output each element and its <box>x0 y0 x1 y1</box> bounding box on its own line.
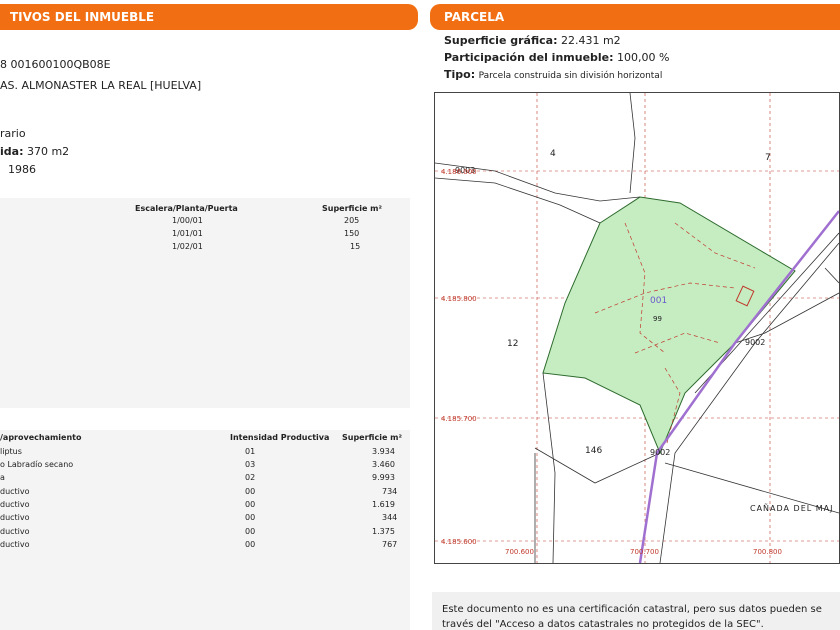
map-svg: 4 7 12 146 9002 9002 9003 001 99 CAÑADA … <box>435 93 839 563</box>
tipo-line: Tipo: Parcela construida sin división ho… <box>444 68 662 81</box>
superficie-value: 22.431 m2 <box>560 34 621 47</box>
table-cell: 205 <box>344 216 360 225</box>
table-cell: 9.993 <box>372 473 395 482</box>
parcel-label-9002b: 9002 <box>650 448 670 457</box>
coord-x1: 700.600 <box>505 548 534 556</box>
parcel-polygon[interactable] <box>542 196 796 455</box>
table-cell: 1.375 <box>372 527 395 536</box>
parcel-label-146: 146 <box>585 446 602 456</box>
table-cell: 344 <box>382 513 398 522</box>
coord-y1: 4.186.000 <box>441 168 477 176</box>
table-row: o Labradío secano <box>0 460 74 469</box>
col-aprovechamiento: /aprovechamiento <box>0 433 82 442</box>
table-cell: 00 <box>245 527 256 536</box>
table-cell: 01 <box>245 447 256 456</box>
superficie-label: Superficie gráfica: <box>444 34 558 47</box>
table-row: ductivo <box>0 487 30 496</box>
table-cell: 00 <box>245 487 256 496</box>
col-superficie: Superficie m² <box>322 204 383 213</box>
disclaimer-footer: Este documento no es una certificación c… <box>432 592 840 630</box>
participacion-label: Participación del inmueble: <box>444 51 614 64</box>
cadastral-reference: 8 001600100QB08E <box>0 58 111 71</box>
surface-value: 370 m2 <box>26 145 70 158</box>
surface-label: ida: <box>0 145 24 158</box>
table-row: 1/02/01 <box>172 242 203 251</box>
surface-line: ida: 370 m2 <box>0 145 69 158</box>
table-cell: 1.619 <box>372 500 395 509</box>
participacion-value: 100,00 % <box>617 51 670 64</box>
table-row: ductivo <box>0 540 30 549</box>
tipo-value: Parcela construida sin división horizont… <box>478 71 663 81</box>
table-cell: 00 <box>245 513 256 522</box>
year-text: 1986 <box>8 163 36 176</box>
road-name: CAÑADA DEL MAJ <box>750 503 834 513</box>
table-cell: 15 <box>350 242 361 251</box>
table-cell: 150 <box>344 229 360 238</box>
table-cell: 767 <box>382 540 398 549</box>
disclaimer-line-2: través del "Acceso a datos catastrales n… <box>442 619 764 630</box>
coord-x3: 700.800 <box>753 548 782 556</box>
crops-table: /aprovechamiento Intensidad Productiva S… <box>0 433 410 563</box>
parcel-label-7: 7 <box>765 153 771 163</box>
table-row: a <box>0 473 5 482</box>
table-cell: 02 <box>245 473 256 482</box>
parcel-label-9002: 9002 <box>745 338 765 347</box>
disclaimer-line-1: Este documento no es una certificación c… <box>442 604 822 615</box>
coord-x2: 700.700 <box>630 548 659 556</box>
parcel-map[interactable]: 4 7 12 146 9002 9002 9003 001 99 CAÑADA … <box>434 92 840 564</box>
coord-y2: 4.185.800 <box>441 295 477 303</box>
address-text: AS. ALMONASTER LA REAL [HUELVA] <box>0 79 202 92</box>
coord-y4: 4.185.600 <box>441 538 477 546</box>
col-escalera: Escalera/Planta/Puerta <box>135 204 238 213</box>
constructions-table: Escalera/Planta/Puerta Superficie m² 1/0… <box>0 204 410 264</box>
parcel-label-4: 4 <box>550 149 556 159</box>
inmueble-header: TIVOS DEL INMUEBLE <box>0 4 418 30</box>
table-cell: 00 <box>245 500 256 509</box>
table-row: 1/00/01 <box>172 216 203 225</box>
table-row: 1/01/01 <box>172 229 203 238</box>
tipo-label: Tipo: <box>444 68 476 81</box>
col-superficie: Superficie m² <box>342 433 403 442</box>
parcel-label-12: 12 <box>507 339 518 349</box>
parcel-label-001: 001 <box>650 296 667 306</box>
superficie-line: Superficie gráfica: 22.431 m2 <box>444 34 621 47</box>
table-row: ductivo <box>0 513 30 522</box>
table-cell: 3.934 <box>372 447 395 456</box>
table-cell: 00 <box>245 540 256 549</box>
table-cell: 03 <box>245 460 256 469</box>
col-intensidad: Intensidad Productiva <box>230 433 330 442</box>
coord-y3: 4.185.700 <box>441 415 477 423</box>
use-text: rario <box>0 127 26 140</box>
table-row: ductivo <box>0 527 30 536</box>
table-cell: 734 <box>382 487 398 496</box>
table-row: ductivo <box>0 500 30 509</box>
parcela-header: PARCELA <box>430 4 840 30</box>
table-cell: 3.460 <box>372 460 395 469</box>
participacion-line: Participación del inmueble: 100,00 % <box>444 51 670 64</box>
parcel-label-99: 99 <box>653 315 662 323</box>
table-row: liptus <box>0 447 22 456</box>
